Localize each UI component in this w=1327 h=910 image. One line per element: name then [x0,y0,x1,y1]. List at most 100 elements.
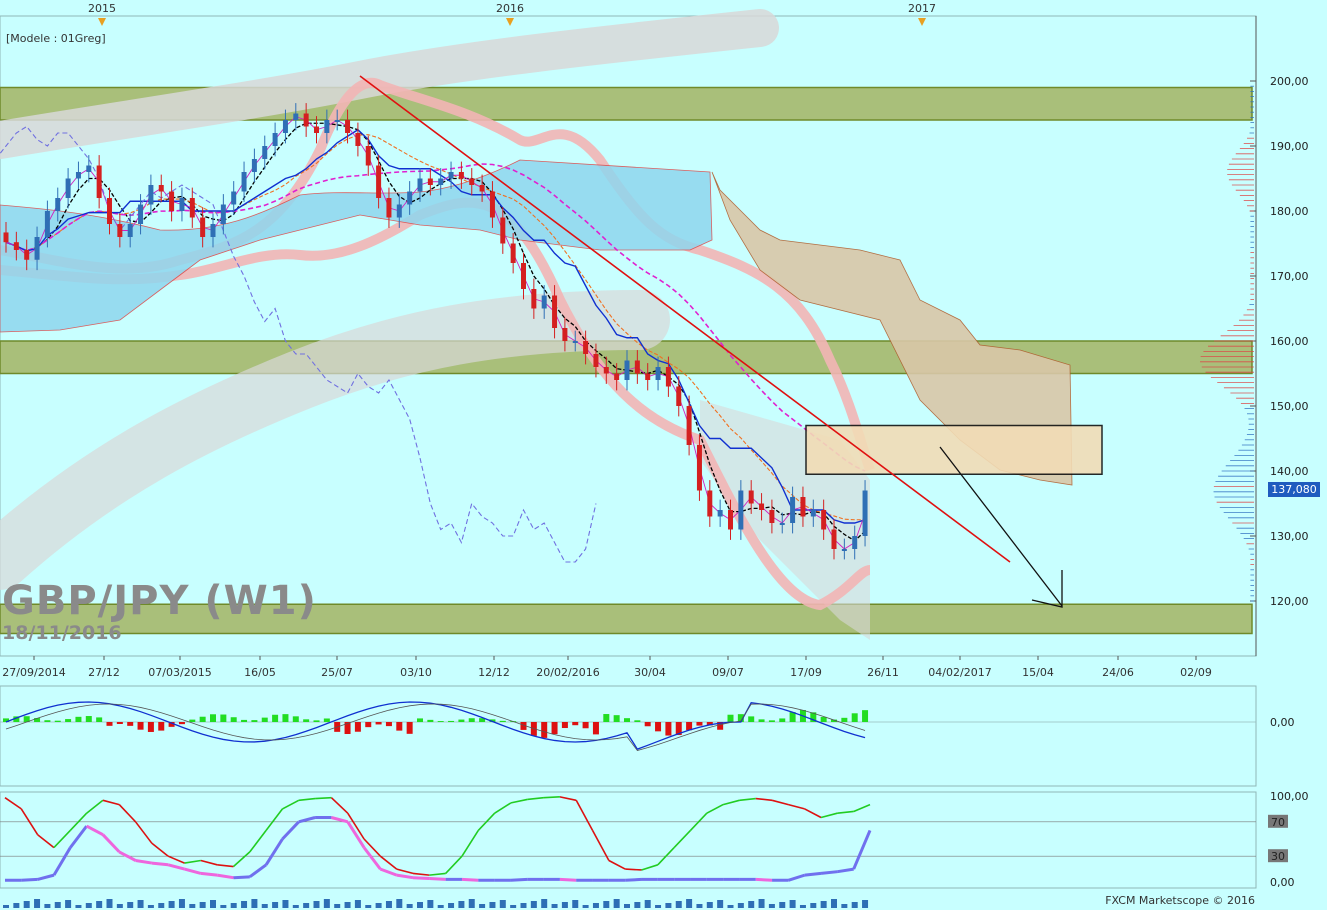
macd-bar [758,719,765,722]
stoch-d-segment [429,877,446,881]
macd-bar [210,714,216,722]
candle-body [334,120,340,122]
candle-body [231,191,237,205]
volume-bar [396,899,403,908]
stoch-k-segment [543,796,560,799]
chart-title: GBP/JPY (W1) [2,578,317,624]
candle-body [489,191,495,218]
y-tick-label: 200,00 [1270,75,1309,88]
chart-date: 18/11/2016 [2,622,122,644]
candle-body [241,172,247,192]
candle-body [262,146,268,159]
stoch-tick-label: 70 [1271,816,1285,829]
candle-body [510,243,516,263]
candle-body [65,178,71,198]
candle-body [127,224,133,237]
stoch-d-segment [461,877,479,882]
volume-bar [748,901,755,908]
volume-bar [241,901,248,908]
candle-body [748,490,754,504]
candle-body [634,360,640,374]
candle-body [769,510,775,523]
macd-bar [665,722,672,736]
x-tick-label: 20/02/2016 [536,666,599,679]
volume-bar [510,905,517,908]
candle-body [427,178,433,185]
volume-bar [385,901,392,908]
candle-body [293,113,299,120]
candle-body [200,217,206,237]
volume-bar [489,902,496,908]
volume-bar [282,900,289,908]
macd-bar [75,716,82,722]
x-tick-label: 30/04 [634,666,666,679]
volume-bar [75,905,82,908]
candle-body [376,165,382,198]
macd-bar [820,716,827,722]
candle-body [469,178,475,185]
candle-body [86,165,92,172]
x-tick-label: 12/12 [478,666,510,679]
volume-bar [758,899,765,908]
macd-bar [65,719,72,722]
candle-body [314,126,319,133]
volume-bar [779,902,786,908]
macd-zero-label: 0,00 [1270,716,1295,729]
macd-bar [189,719,196,722]
last-price-label: 137,080 [1271,483,1317,496]
volume-bar [65,900,72,908]
volume-bar [313,901,320,908]
volume-bar [520,903,527,908]
macd-bar [603,714,610,722]
macd-bar [406,722,413,734]
year-label: 2015 [88,2,116,15]
y-tick-label: 150,00 [1270,400,1309,413]
candle-body [790,497,796,523]
volume-bar [603,901,610,908]
volume-bar [613,899,620,908]
volume-bar [582,905,589,908]
x-tick-label: 15/04 [1022,666,1054,679]
y-tick-label: 180,00 [1270,205,1309,218]
candle-body [345,120,351,133]
stoch-d-segment [510,877,528,882]
candle-body [862,490,868,536]
y-tick-label: 190,00 [1270,140,1309,153]
macd-bar [779,718,786,722]
x-tick-label: 16/05 [244,666,276,679]
x-tick-label: 24/06 [1102,666,1134,679]
volume-bar [448,903,455,908]
candle-body [324,120,330,133]
stoch-d-segment [200,871,218,877]
macd-bar [696,722,703,726]
macd-bar [354,722,361,732]
stoch-d-segment [559,877,577,882]
candle-body [541,295,547,309]
candle-body [407,191,413,205]
stoch-d-segment [625,877,642,882]
x-tick-label: 25/07 [321,666,353,679]
candle-body [34,237,40,260]
candle-body [355,133,361,146]
candle-body [810,510,816,517]
macd-bar [241,719,248,722]
macd-bar [541,722,548,738]
macd-bar [592,722,599,735]
volume-bar [365,905,372,908]
candle-body [13,242,19,250]
candle-body [251,159,257,172]
volume-bar [158,903,165,908]
volume-bar [261,904,268,908]
volume-bar [768,904,775,908]
stoch-tick-label: 30 [1271,850,1285,863]
candle-body [800,497,806,517]
macd-bar [220,714,227,722]
macd-bar [499,720,506,722]
candle-body [138,204,144,224]
macd-bar [158,722,165,731]
y-tick-label: 120,00 [1270,595,1309,608]
stoch-d-segment [151,861,169,867]
x-tick-label: 17/09 [790,666,822,679]
volume-bar [592,903,599,908]
volume-bar [810,903,817,908]
